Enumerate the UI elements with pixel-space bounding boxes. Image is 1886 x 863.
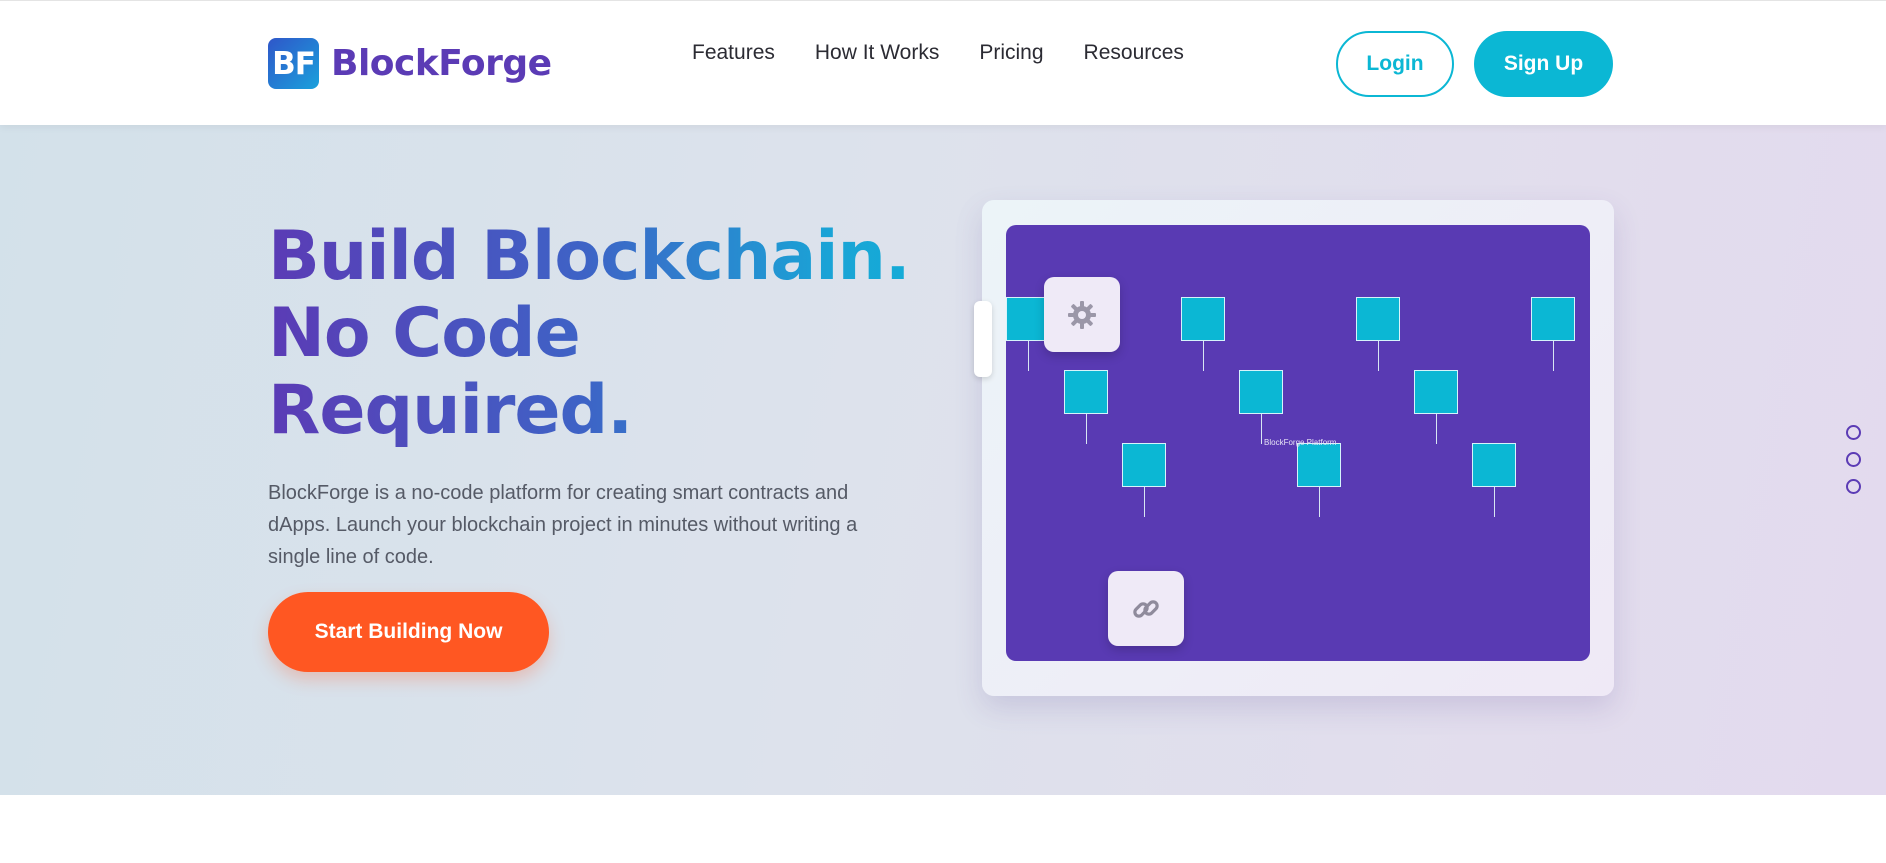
link-tile: [1108, 571, 1184, 646]
platform-illustration-card: BlockForge Platform: [974, 200, 1614, 696]
hero-title-line: No Code: [268, 294, 580, 373]
block-node: [1122, 443, 1166, 487]
brand-name: BlockForge: [331, 43, 552, 84]
block-connector: [1378, 341, 1379, 371]
block-node: [1239, 370, 1283, 414]
block-connector: [1494, 487, 1495, 517]
block-connector: [1203, 341, 1204, 371]
nav-item-features[interactable]: Features: [692, 41, 775, 65]
nav-item-how-it-works[interactable]: How It Works: [815, 41, 939, 65]
chain-link-icon: [1133, 599, 1159, 618]
login-button[interactable]: Login: [1336, 31, 1454, 97]
pager-dot[interactable]: [1846, 425, 1861, 440]
block-connector: [1261, 414, 1262, 444]
block-connector: [1086, 414, 1087, 444]
platform-canvas: BlockForge Platform: [1006, 225, 1590, 661]
slide-pager: [1846, 425, 1861, 506]
canvas-label: BlockForge Platform: [1264, 438, 1337, 447]
block-node: [1356, 297, 1400, 341]
block-connector: [1144, 487, 1145, 517]
gear-tile: [1044, 277, 1120, 352]
nav-item-resources[interactable]: Resources: [1084, 41, 1184, 65]
start-building-button[interactable]: Start Building Now: [268, 592, 549, 672]
block-connector: [1553, 341, 1554, 371]
pager-dot[interactable]: [1846, 452, 1861, 467]
block-connector: [1028, 341, 1029, 371]
hero-description: BlockForge is a no-code platform for cre…: [268, 482, 858, 568]
block-node: [1181, 297, 1225, 341]
block-node: [1531, 297, 1575, 341]
block-node: [1297, 443, 1341, 487]
logo-mark-icon: BF: [268, 38, 319, 89]
hero-section: Build Blockchain. No Code Required. Bloc…: [0, 125, 1886, 795]
block-connector: [1319, 487, 1320, 517]
hero-title: Build Blockchain. No Code Required.: [268, 218, 968, 449]
block-node: [1414, 370, 1458, 414]
nav-item-pricing[interactable]: Pricing: [979, 41, 1043, 65]
brand-logo[interactable]: BF BlockForge: [268, 38, 552, 89]
hero-title-line: Required.: [268, 371, 633, 450]
signup-button[interactable]: Sign Up: [1474, 31, 1613, 97]
main-nav: Features How It Works Pricing Resources: [692, 41, 1224, 65]
block-node: [1064, 370, 1108, 414]
block-node: [1472, 443, 1516, 487]
block-connector: [1436, 414, 1437, 444]
gear-icon: [1068, 300, 1096, 329]
site-header: BF BlockForge Features How It Works Pric…: [0, 0, 1886, 125]
pager-dot[interactable]: [1846, 479, 1861, 494]
hero-title-line: Build Blockchain.: [268, 217, 910, 296]
card-edge-tab: [974, 301, 992, 377]
